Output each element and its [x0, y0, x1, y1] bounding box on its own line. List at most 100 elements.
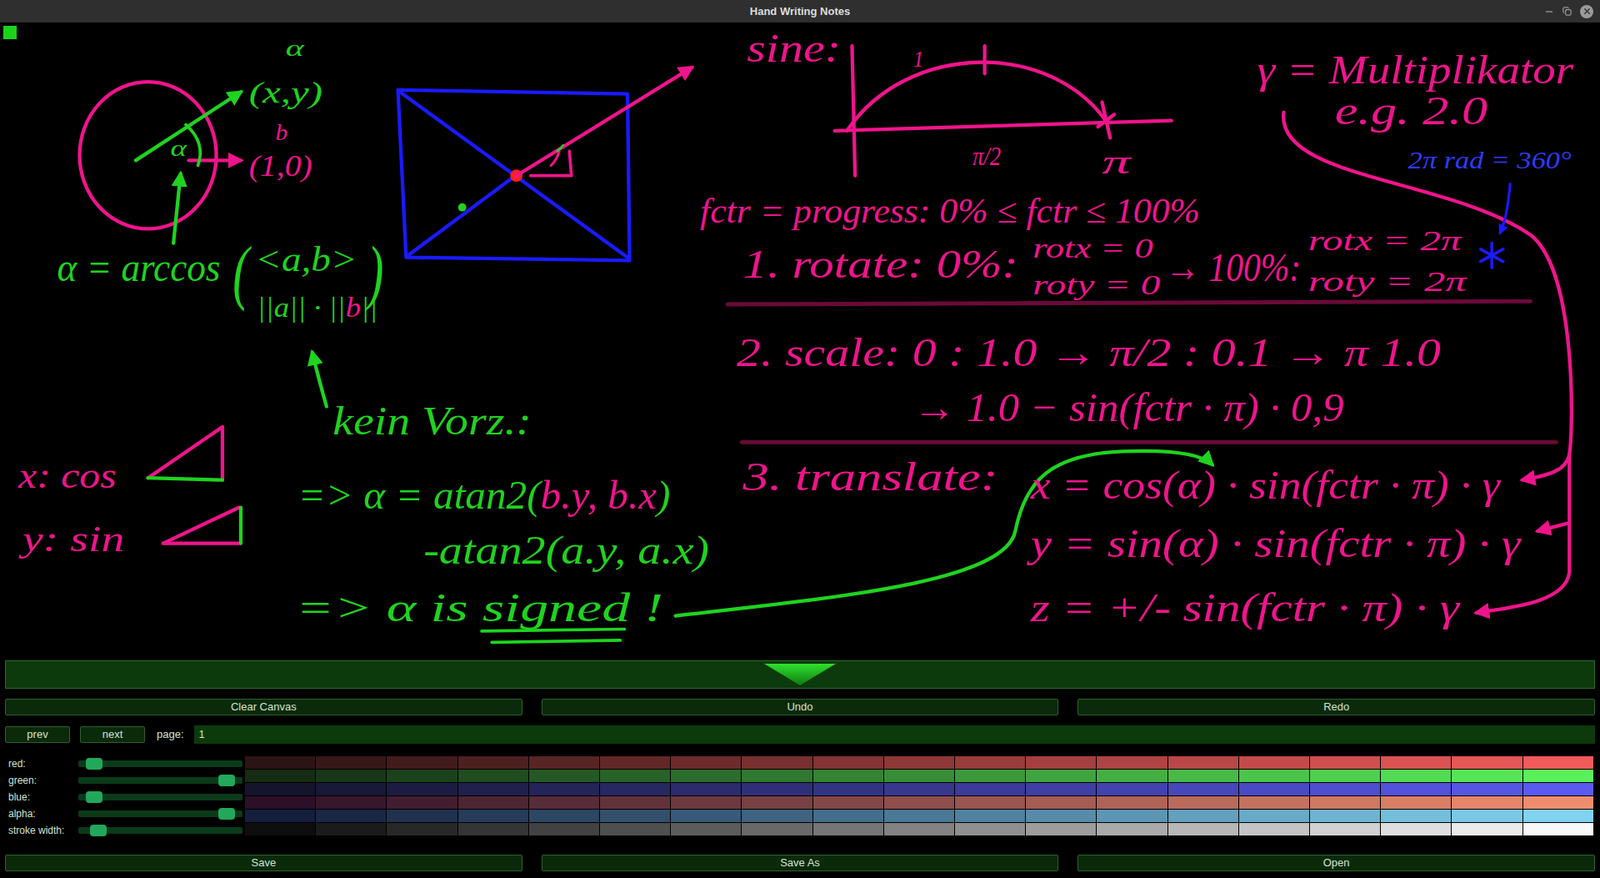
- palette-swatch[interactable]: [1096, 809, 1167, 822]
- palette-swatch[interactable]: [1451, 795, 1522, 809]
- slider-track[interactable]: [78, 810, 243, 817]
- file-button[interactable]: Save As: [541, 854, 1060, 871]
- palette-swatch[interactable]: [1168, 809, 1239, 822]
- palette-swatch[interactable]: [315, 782, 386, 795]
- palette-swatch[interactable]: [1239, 755, 1310, 769]
- palette-swatch[interactable]: [529, 795, 600, 809]
- drawing-canvas[interactable]: α(x,y)b(1,0)αα = arccos(<a,b>||a|| · ||b…: [0, 22, 1600, 659]
- palette-swatch[interactable]: [315, 769, 386, 782]
- slider-track[interactable]: [78, 826, 243, 834]
- palette-swatch[interactable]: [245, 782, 315, 795]
- palette-swatch[interactable]: [1310, 809, 1380, 822]
- palette-swatch[interactable]: [1523, 769, 1594, 782]
- palette-swatch[interactable]: [1096, 795, 1167, 809]
- palette-swatch[interactable]: [458, 822, 529, 835]
- restore-icon[interactable]: [1562, 6, 1572, 16]
- palette-swatch[interactable]: [670, 795, 741, 809]
- palette-swatch[interactable]: [1451, 809, 1522, 822]
- palette-swatch[interactable]: [884, 822, 955, 835]
- palette-swatch[interactable]: [529, 822, 600, 835]
- palette-swatch[interactable]: [386, 769, 457, 782]
- palette-swatch[interactable]: [884, 809, 955, 822]
- palette-swatch[interactable]: [670, 822, 741, 835]
- palette-swatch[interactable]: [741, 755, 812, 769]
- palette-swatch[interactable]: [1523, 782, 1594, 795]
- palette-swatch[interactable]: [1380, 822, 1451, 835]
- palette-swatch[interactable]: [1451, 755, 1522, 769]
- edit-button[interactable]: Redo: [1077, 698, 1595, 715]
- palette-swatch[interactable]: [529, 769, 600, 782]
- palette-swatch[interactable]: [1168, 782, 1239, 795]
- palette-swatch[interactable]: [1310, 822, 1380, 835]
- file-button[interactable]: Open: [1077, 854, 1595, 871]
- palette-swatch[interactable]: [315, 822, 386, 835]
- file-button[interactable]: Save: [5, 854, 523, 871]
- palette-swatch[interactable]: [813, 755, 884, 769]
- palette-swatch[interactable]: [1096, 822, 1167, 835]
- palette-swatch[interactable]: [1025, 795, 1096, 809]
- palette-swatch[interactable]: [600, 782, 670, 795]
- palette-swatch[interactable]: [670, 782, 741, 795]
- palette-swatch[interactable]: [1380, 782, 1451, 795]
- minimize-icon[interactable]: [1544, 6, 1555, 17]
- palette-swatch[interactable]: [386, 822, 457, 835]
- palette-swatch[interactable]: [813, 769, 884, 782]
- palette-swatch[interactable]: [529, 782, 600, 795]
- palette-swatch[interactable]: [386, 809, 457, 822]
- palette-swatch[interactable]: [529, 809, 600, 822]
- palette-swatch[interactable]: [1096, 769, 1167, 782]
- palette-swatch[interactable]: [1025, 769, 1096, 782]
- palette-swatch[interactable]: [1239, 822, 1310, 835]
- palette-swatch[interactable]: [955, 795, 1025, 809]
- palette-swatch[interactable]: [1451, 822, 1522, 835]
- palette-swatch[interactable]: [1239, 782, 1310, 795]
- palette-swatch[interactable]: [884, 782, 955, 795]
- palette-swatch[interactable]: [813, 795, 884, 809]
- palette-swatch[interactable]: [600, 822, 670, 835]
- palette-swatch[interactable]: [813, 809, 884, 822]
- palette-swatch[interactable]: [1239, 769, 1310, 782]
- palette-swatch[interactable]: [955, 755, 1025, 769]
- palette-swatch[interactable]: [955, 769, 1025, 782]
- palette-swatch[interactable]: [1239, 809, 1310, 822]
- palette-swatch[interactable]: [600, 809, 670, 822]
- palette-swatch[interactable]: [1168, 795, 1239, 809]
- palette-swatch[interactable]: [1523, 809, 1594, 822]
- palette-swatch[interactable]: [600, 795, 670, 809]
- palette-swatch[interactable]: [458, 755, 529, 769]
- palette-swatch[interactable]: [1523, 795, 1594, 809]
- palette-swatch[interactable]: [670, 769, 741, 782]
- palette-swatch[interactable]: [670, 755, 741, 769]
- palette-swatch[interactable]: [600, 755, 670, 769]
- palette-swatch[interactable]: [245, 769, 315, 782]
- palette-swatch[interactable]: [386, 795, 457, 809]
- palette-swatch[interactable]: [884, 795, 955, 809]
- palette-swatch[interactable]: [955, 822, 1025, 835]
- slider-handle[interactable]: [85, 757, 103, 770]
- prev-button[interactable]: prev: [5, 725, 70, 743]
- slider-track[interactable]: [78, 776, 243, 784]
- palette-swatch[interactable]: [1523, 822, 1594, 835]
- palette-swatch[interactable]: [955, 782, 1025, 795]
- palette-swatch[interactable]: [1380, 769, 1451, 782]
- palette-swatch[interactable]: [1310, 769, 1380, 782]
- palette-swatch[interactable]: [741, 809, 812, 822]
- palette-swatch[interactable]: [670, 809, 741, 822]
- palette-swatch[interactable]: [1380, 809, 1451, 822]
- palette-swatch[interactable]: [1380, 795, 1451, 809]
- palette-swatch[interactable]: [741, 782, 812, 795]
- palette-swatch[interactable]: [245, 822, 315, 835]
- slider-track[interactable]: [78, 760, 243, 767]
- panel-toggle-bar[interactable]: [5, 660, 1595, 689]
- palette-swatch[interactable]: [1025, 809, 1096, 822]
- palette-swatch[interactable]: [741, 769, 812, 782]
- palette-swatch[interactable]: [458, 769, 529, 782]
- slider-handle[interactable]: [218, 774, 235, 786]
- edit-button[interactable]: Undo: [541, 698, 1060, 715]
- palette-swatch[interactable]: [1310, 795, 1380, 809]
- palette-swatch[interactable]: [245, 809, 315, 822]
- palette-swatch[interactable]: [813, 822, 884, 835]
- palette-swatch[interactable]: [813, 782, 884, 795]
- palette-swatch[interactable]: [245, 755, 315, 769]
- palette-swatch[interactable]: [1310, 782, 1380, 795]
